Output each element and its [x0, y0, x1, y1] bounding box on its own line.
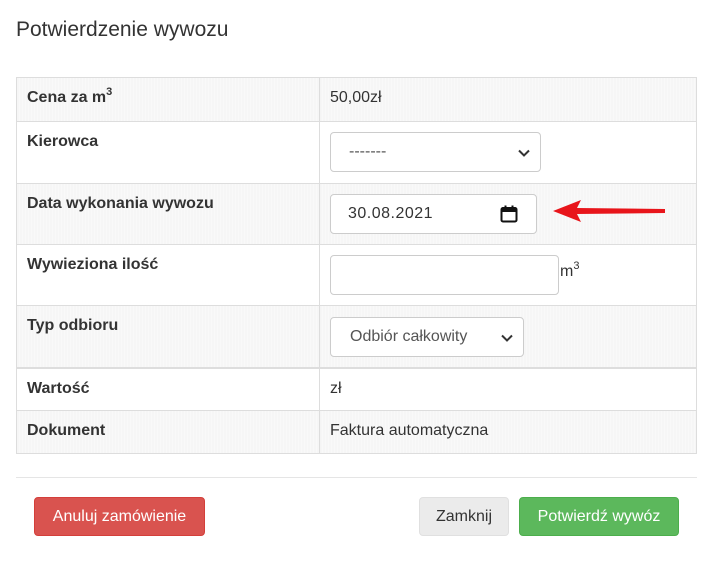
driver-row: Kierowca -------: [16, 121, 697, 184]
date-input-value: 30.08.2021: [348, 205, 434, 222]
document-value: Faktura automatyczna: [330, 422, 489, 439]
value-label: Wartość: [16, 367, 320, 411]
chevron-down-icon: [501, 334, 513, 342]
pickup-details-table: Cena za m3 50,00zł Kierowca ------- Data…: [16, 77, 697, 454]
value-cell: zł: [319, 367, 697, 411]
pickup-type-cell: Odbiór całkowity: [319, 305, 697, 369]
price-cell: 50,00zł: [319, 77, 697, 122]
pickup-type-label: Typ odbioru: [16, 305, 320, 369]
confirm-pickup-modal: Potwierdzenie wywozu Cena za m3 50,00zł …: [0, 0, 716, 571]
driver-label: Kierowca: [16, 121, 320, 184]
quantity-row: Wywieziona ilość m3: [16, 244, 697, 306]
pickup-type-select-value: Odbiór całkowity: [350, 328, 468, 345]
driver-select-value: -------: [349, 143, 387, 160]
modal-title: Potwierdzenie wywozu: [16, 18, 229, 41]
quantity-cell: m3: [319, 244, 697, 306]
value-row: Wartość zł: [16, 367, 697, 411]
quantity-input[interactable]: [330, 255, 559, 295]
value-value: zł: [330, 379, 342, 397]
document-row: Dokument Faktura automatyczna: [16, 410, 697, 454]
document-cell: Faktura automatyczna: [319, 410, 697, 454]
driver-cell: -------: [319, 121, 697, 184]
close-button[interactable]: Zamknij: [419, 497, 509, 536]
price-row: Cena za m3 50,00zł: [16, 77, 697, 122]
red-arrow-icon: [553, 200, 665, 222]
confirm-pickup-button[interactable]: Potwierdź wywóz: [519, 497, 679, 536]
date-input[interactable]: 30.08.2021: [330, 194, 537, 234]
price-label: Cena za m3: [16, 77, 320, 122]
date-label: Data wykonania wywozu: [16, 183, 320, 245]
document-label: Dokument: [16, 410, 320, 454]
price-value: 50,00zł: [330, 89, 382, 106]
quantity-unit: m3: [560, 260, 580, 281]
footer-divider: [16, 477, 697, 478]
quantity-label: Wywieziona ilość: [16, 244, 320, 306]
calendar-icon[interactable]: [500, 205, 518, 223]
pickup-type-select[interactable]: Odbiór całkowity: [330, 317, 524, 357]
chevron-down-icon: [518, 149, 530, 157]
pickup-type-row: Typ odbioru Odbiór całkowity: [16, 305, 697, 369]
cancel-order-button[interactable]: Anuluj zamówienie: [34, 497, 205, 536]
quantity-group: m3: [330, 255, 696, 295]
driver-select[interactable]: -------: [330, 132, 541, 172]
